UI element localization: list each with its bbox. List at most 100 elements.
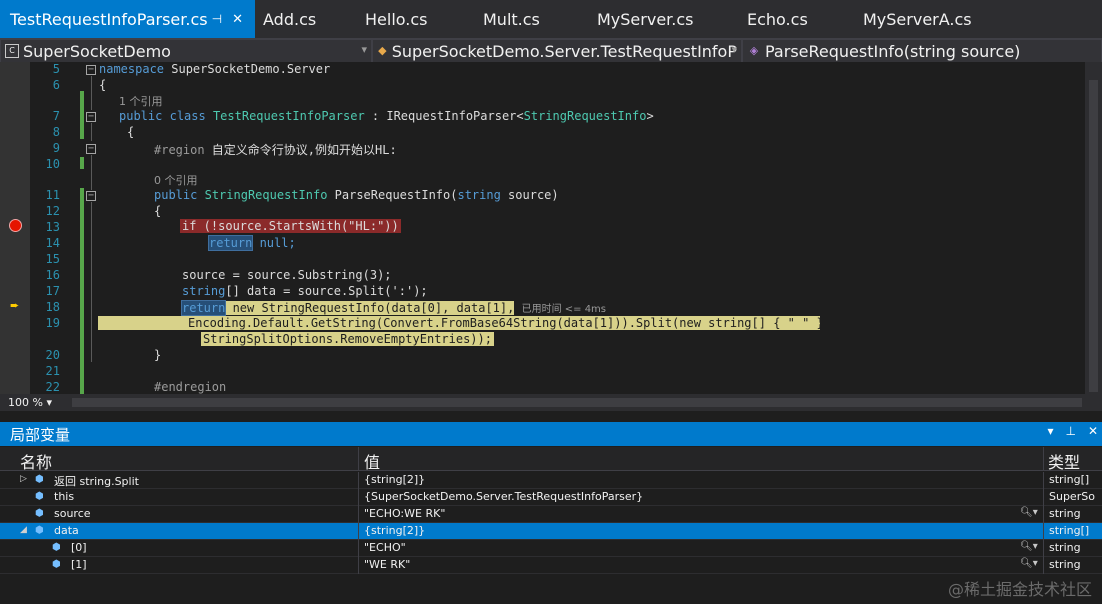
- locals-row[interactable]: ⬢ this {SuperSocketDemo.Server.TestReque…: [0, 489, 1102, 506]
- column-value[interactable]: 值: [364, 449, 380, 473]
- locals-row[interactable]: ⬢ [1] "WE RK" 🔍︎▾ string: [0, 557, 1102, 574]
- tab-label: Hello.cs: [365, 9, 428, 29]
- column-name[interactable]: 名称: [20, 449, 52, 473]
- type-name: SuperSocketDemo.Server.TestRequestInfoP: [391, 41, 737, 61]
- current-line-19[interactable]: Encoding.Default.GetString(Convert.FromB…: [98, 316, 831, 330]
- tab-hello[interactable]: Hello.cs: [357, 0, 475, 38]
- column-divider: [1043, 472, 1044, 489]
- locals-grid[interactable]: ▷ ⬢ 返回 string.Split {string[2]} string[]…: [0, 472, 1102, 604]
- magnifier-icon[interactable]: 🔍︎▾: [1020, 541, 1038, 552]
- zoom-dropdown[interactable]: 100 % ▾: [0, 396, 70, 409]
- tab-add[interactable]: Add.cs: [255, 0, 357, 38]
- member-dropdown[interactable]: ◈ ParseRequestInfo(string source): [742, 39, 1102, 63]
- tab-label: TestRequestInfoParser.cs: [10, 9, 208, 29]
- code-line-5[interactable]: namespace SuperSocketDemo.Server: [99, 62, 330, 76]
- column-divider[interactable]: [1043, 447, 1044, 471]
- code-line-12[interactable]: {: [154, 204, 161, 218]
- method-icon: ◈: [749, 44, 759, 57]
- scrollbar-thumb[interactable]: [1089, 80, 1098, 392]
- line-number: 10: [45, 157, 60, 171]
- var-value[interactable]: {string[2]}: [364, 524, 425, 537]
- code-line-11[interactable]: public StringRequestInfo ParseRequestInf…: [154, 188, 559, 202]
- codelens-references[interactable]: 0 个引用: [154, 172, 198, 188]
- column-divider: [1043, 540, 1044, 557]
- code-line-6[interactable]: {: [99, 78, 106, 92]
- tab-mult[interactable]: Mult.cs: [475, 0, 589, 38]
- locals-row[interactable]: ⬢ [0] "ECHO" 🔍︎▾ string: [0, 540, 1102, 557]
- project-dropdown[interactable]: C SuperSocketDemo ▾: [0, 39, 372, 63]
- region-text: 自定义命令行协议,例如开始以HL:: [204, 143, 397, 157]
- code-line-14[interactable]: return null;: [207, 235, 296, 251]
- tab-echo[interactable]: Echo.cs: [739, 0, 855, 38]
- line-number: 7: [52, 109, 60, 123]
- zoom-bar: 100 % ▾: [0, 394, 1102, 411]
- close-icon[interactable]: ✕: [232, 12, 243, 27]
- locals-column-header: 名称 值 类型: [0, 447, 1102, 473]
- current-line-18[interactable]: return new StringRequestInfo(data[0], da…: [180, 300, 606, 316]
- column-divider: [358, 489, 359, 506]
- magnifier-icon[interactable]: 🔍︎▾: [1020, 558, 1038, 569]
- keyword: return: [180, 300, 227, 316]
- line-number: 19: [45, 316, 60, 330]
- type-dropdown[interactable]: ◆ SuperSocketDemo.Server.TestRequestInfo…: [372, 39, 742, 63]
- current-line-19b[interactable]: StringSplitOptions.RemoveEmptyEntries));: [201, 332, 494, 346]
- tab-label: MyServer.cs: [597, 9, 694, 29]
- breakpoint-line-13[interactable]: if (!source.StartsWith("HL:")): [180, 219, 401, 233]
- column-divider[interactable]: [358, 447, 359, 471]
- code-editor[interactable]: ➨ 5 6 7 8 9 10 11 12 13 14 15 16 17 18 1…: [0, 62, 1102, 394]
- locals-row[interactable]: ▷ ⬢ 返回 string.Split {string[2]} string[]: [0, 472, 1102, 489]
- var-value[interactable]: {SuperSocketDemo.Server.TestRequestInfoP…: [364, 490, 643, 503]
- object-icon: ⬢: [35, 525, 44, 536]
- pin-icon[interactable]: ⊥: [1065, 424, 1075, 438]
- method-name: ParseRequestInfo(: [327, 188, 458, 202]
- var-value[interactable]: {string[2]}: [364, 473, 425, 486]
- horizontal-scrollbar[interactable]: [72, 398, 1082, 407]
- tab-testrequestinfoparser[interactable]: TestRequestInfoParser.cs ⊣ ✕: [0, 0, 255, 38]
- expand-icon[interactable]: ▷: [20, 474, 30, 484]
- code-line-9[interactable]: #region 自定义命令行协议,例如开始以HL:: [154, 141, 397, 158]
- tab-label: Mult.cs: [483, 9, 540, 29]
- line-number: 5: [52, 62, 60, 76]
- code-line-17[interactable]: string[] data = source.Split(':');: [182, 284, 428, 298]
- code-line-22[interactable]: #endregion: [154, 380, 226, 394]
- locals-panel-title: 局部变量 ▾ ⊥ ✕: [0, 422, 1102, 446]
- close-icon[interactable]: ✕: [1088, 424, 1098, 438]
- class-icon: ◆: [378, 44, 387, 57]
- vertical-scrollbar[interactable]: [1085, 62, 1102, 394]
- collapse-icon[interactable]: ◢: [20, 525, 30, 535]
- var-value[interactable]: "ECHO:WE RK": [364, 507, 445, 520]
- line-number: 22: [45, 380, 60, 394]
- object-icon: ⬢: [52, 559, 61, 570]
- line-number: 13: [45, 220, 60, 234]
- namespace-name: SuperSocketDemo.Server: [164, 62, 331, 76]
- var-type: SuperSo: [1049, 490, 1095, 503]
- var-name: 返回 string.Split: [54, 475, 139, 488]
- column-divider: [358, 523, 359, 540]
- magnifier-icon[interactable]: 🔍︎▾: [1020, 507, 1038, 518]
- collapse-icon[interactable]: −: [86, 191, 96, 201]
- code-line-7[interactable]: public class TestRequestInfoParser : IRe…: [119, 109, 654, 123]
- locals-row-selected[interactable]: ◢ ⬢ data {string[2]} string[]: [0, 523, 1102, 540]
- collapse-icon[interactable]: −: [86, 144, 96, 154]
- interface-name: IRequestInfoParser: [386, 109, 517, 123]
- fold-guide: [91, 123, 92, 141]
- breakpoint-icon[interactable]: [9, 219, 22, 232]
- code-line-16[interactable]: source = source.Substring(3);: [182, 268, 392, 282]
- locals-row[interactable]: ⬢ source "ECHO:WE RK" 🔍︎▾ string: [0, 506, 1102, 523]
- codelens-references[interactable]: 1 个引用: [119, 93, 163, 109]
- var-value[interactable]: "WE RK": [364, 558, 410, 571]
- collapse-icon[interactable]: −: [86, 65, 96, 75]
- tab-myserver[interactable]: MyServer.cs: [589, 0, 739, 38]
- column-type[interactable]: 类型: [1048, 449, 1080, 473]
- var-name: [0]: [71, 541, 87, 554]
- var-value[interactable]: "ECHO": [364, 541, 406, 554]
- code-line-20[interactable]: }: [154, 348, 161, 362]
- project-name: SuperSocketDemo: [23, 41, 171, 61]
- code-line-8[interactable]: {: [127, 125, 134, 139]
- var-type: string[]: [1049, 473, 1090, 486]
- line-number: 15: [45, 252, 60, 266]
- dropdown-icon[interactable]: ▾: [1047, 424, 1053, 438]
- pin-icon[interactable]: ⊣: [212, 12, 222, 26]
- collapse-icon[interactable]: −: [86, 112, 96, 122]
- tab-myservera[interactable]: MyServerA.cs: [855, 0, 995, 38]
